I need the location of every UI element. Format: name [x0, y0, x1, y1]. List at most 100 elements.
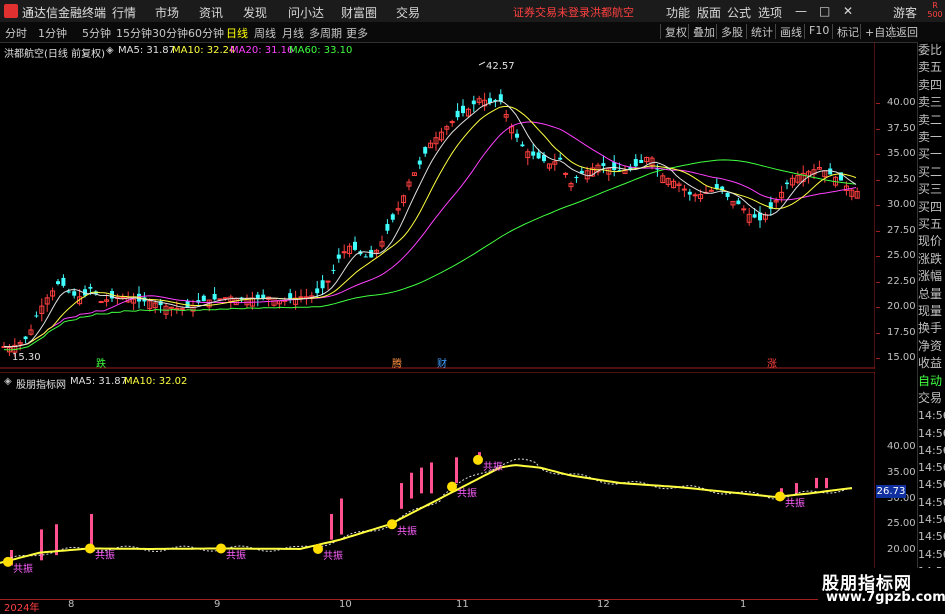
trade-button[interactable]: 交易: [918, 390, 945, 408]
quote-field: 卖五: [918, 60, 943, 75]
period-5min[interactable]: 5分钟: [82, 25, 111, 41]
quote-field: 卖二: [918, 112, 943, 127]
candle-body: [363, 256, 368, 258]
main-y-axis: 40.00 37.50 35.00 32.50 30.00 27.50 25.00 22.50…: [876, 42, 916, 369]
candle-body: [558, 157, 563, 160]
quote-field: 买二: [918, 164, 943, 179]
signal-smiley-icon[interactable]: [447, 481, 457, 492]
menu-item-xuanxiang[interactable]: 选项: [758, 4, 782, 21]
signal-smiley-icon[interactable]: [216, 543, 226, 554]
period-weekly[interactable]: 周线: [254, 25, 276, 41]
period-more[interactable]: 更多: [346, 25, 368, 41]
menu-item-zixun[interactable]: 资讯: [199, 4, 223, 21]
ma20-line: [3, 121, 857, 348]
period-fenshi[interactable]: 分时: [5, 25, 27, 41]
signal-label: 共振: [95, 548, 115, 561]
candle-body: [179, 308, 185, 311]
period-daily[interactable]: 日线: [226, 25, 248, 41]
watermark-url: www.7gpzb.com: [826, 590, 945, 605]
candle-body: [687, 191, 692, 195]
period-multi[interactable]: 多周期: [309, 25, 342, 41]
quote-field: 现量: [918, 304, 943, 318]
x-label-dec: 12: [597, 599, 610, 610]
indicator-y-tick: 40.00: [887, 441, 916, 452]
quote-side-panel: 委比 卖五 卖四 卖三 卖二 卖一 买一 买二 买三 买四 买五 现价 涨跌 涨幅 总量 现量 换手 净资 收益 自动…: [917, 42, 945, 602]
close-button[interactable]: ✕: [843, 4, 853, 18]
maximize-button[interactable]: □: [819, 4, 830, 18]
ind-ma5-line: [0, 458, 853, 564]
f10-button[interactable]: F10: [804, 24, 829, 39]
multi-stock-button[interactable]: 多股: [716, 24, 743, 39]
candle-body: [574, 176, 579, 179]
event-marker-zhang[interactable]: 涨: [767, 358, 777, 369]
minimize-button[interactable]: —: [795, 4, 807, 18]
candle-body: [168, 306, 174, 309]
period-30min[interactable]: 30分钟: [152, 25, 188, 41]
indicator-y-tick: 25.00: [887, 518, 916, 530]
overlay-button[interactable]: 叠加: [688, 24, 715, 39]
indicator-bar: [330, 513, 333, 540]
kline-chart[interactable]: 42.57 15.30 跌 腾 财 涨: [0, 42, 875, 369]
x-label-oct: 10: [339, 599, 352, 610]
menu-item-faxian[interactable]: 发现: [243, 4, 267, 21]
menu-item-banmian[interactable]: 版面: [697, 4, 721, 21]
period-15min[interactable]: 15分钟: [116, 25, 152, 41]
fuquan-button[interactable]: 复权: [660, 24, 687, 39]
event-marker-cai[interactable]: 财: [437, 357, 447, 369]
x-label-nov: 11: [456, 599, 469, 610]
auto-trade-toggle[interactable]: 自动: [918, 373, 945, 391]
mark-button[interactable]: 标记: [832, 24, 859, 39]
period-60min[interactable]: 60分钟: [188, 25, 224, 41]
menu-item-jiaoyi[interactable]: 交易: [396, 4, 420, 21]
candle-body: [461, 105, 465, 114]
signal-smiley-icon[interactable]: [775, 491, 785, 502]
signal-smiley-icon[interactable]: [85, 543, 95, 554]
quote-field: 卖三: [918, 95, 943, 110]
menu-item-wenxiaoda[interactable]: 问小达: [288, 4, 324, 21]
menu-item-gongshi[interactable]: 公式: [727, 4, 751, 21]
quote-field: 14:56: [918, 530, 945, 544]
menu-item-gongneng[interactable]: 功能: [666, 4, 690, 21]
quote-field: 14:56: [918, 426, 945, 440]
candle-body: [201, 295, 206, 302]
x-label-aug: 8: [68, 599, 75, 610]
quote-field: 现价: [918, 234, 943, 249]
indicator-chart[interactable]: 共振共振 共振 共振共振共振共振共振: [0, 372, 875, 599]
signal-smiley-icon[interactable]: [3, 556, 13, 567]
stats-button[interactable]: 统计: [746, 24, 773, 39]
ma5-line: [3, 100, 857, 348]
signal-smiley-icon[interactable]: [473, 454, 483, 465]
indicator-bar: [795, 483, 798, 494]
guest-login[interactable]: 游客: [893, 4, 917, 21]
ind-ma10-line: [0, 464, 853, 564]
signal-smiley-icon[interactable]: [387, 519, 397, 530]
signal-label: 共振: [483, 460, 503, 473]
indicator-bar: [825, 477, 828, 489]
indicator-bar: [420, 467, 423, 494]
candle-body: [714, 184, 719, 189]
back-button[interactable]: 返回: [891, 24, 918, 39]
candle-body: [23, 336, 28, 340]
event-marker-teng[interactable]: 腾: [392, 357, 402, 369]
quote-field: 买四: [918, 199, 943, 214]
menu-item-shichang[interactable]: 市场: [155, 4, 179, 21]
main-y-tick: 22.50: [887, 275, 916, 287]
main-y-tick: 25.00: [887, 250, 916, 261]
candle-body: [320, 280, 325, 289]
login-warning[interactable]: 证券交易未登录: [513, 4, 590, 20]
candle-body: [725, 192, 730, 197]
event-marker-die[interactable]: 跌: [96, 357, 106, 369]
candle-body: [222, 297, 228, 300]
menu-item-hangqing[interactable]: 行情: [112, 4, 136, 21]
period-monthly[interactable]: 月线: [282, 25, 304, 41]
quote-field: 涨跌: [918, 251, 943, 266]
signal-label: 共振: [457, 487, 477, 500]
quote-field: 卖四: [918, 77, 943, 92]
draw-line-button[interactable]: 画线: [775, 24, 802, 39]
signal-smiley-icon[interactable]: [313, 543, 323, 554]
menu-item-caifuquan[interactable]: 财富圈: [341, 4, 377, 21]
main-y-tick: 40.00: [887, 97, 916, 108]
candle-body: [341, 251, 347, 254]
period-1min[interactable]: 1分钟: [38, 25, 67, 41]
quote-field: 委比: [918, 43, 943, 57]
